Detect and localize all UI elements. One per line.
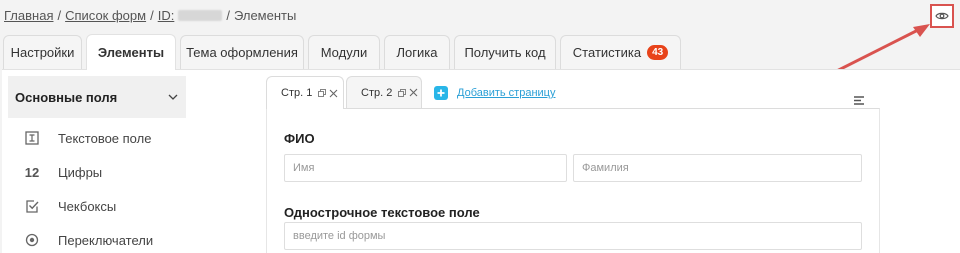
breadcrumb-current: Элементы: [233, 8, 297, 23]
page-tab-1[interactable]: Стр. 1: [266, 76, 344, 109]
tab-theme[interactable]: Тема оформления: [180, 35, 304, 69]
tab-statistics[interactable]: Статистика 43: [560, 35, 681, 69]
field-label-single-line: Однострочное текстовое поле: [284, 205, 480, 220]
chevron-down-icon: [168, 94, 178, 100]
copy-page-icon[interactable]: [398, 88, 407, 97]
numbers-icon: 12: [24, 164, 40, 180]
copy-page-icon[interactable]: [318, 89, 327, 97]
page-tabs: Стр. 1 Стр. 2 Добавить страницу: [266, 76, 880, 109]
tab-logic[interactable]: Логика: [384, 35, 450, 69]
breadcrumb-home-link[interactable]: Главная: [4, 8, 53, 23]
list-settings-icon[interactable]: [852, 94, 866, 108]
tab-get-code[interactable]: Получить код: [454, 35, 556, 69]
tab-settings[interactable]: Настройки: [3, 35, 82, 69]
sidebar-item-radio-buttons[interactable]: Переключатели: [22, 229, 153, 251]
tab-elements[interactable]: Элементы: [86, 34, 176, 70]
sidebar-item-numbers[interactable]: 12 Цифры: [22, 161, 102, 183]
form-editor: Стр. 1 Стр. 2 Добавить страницу ФИО Имя …: [266, 76, 880, 253]
plus-icon: [434, 86, 448, 100]
breadcrumb: Главная / Список форм / ID: / Элементы: [4, 8, 297, 23]
tab-modules[interactable]: Модули: [308, 35, 380, 69]
last-name-input[interactable]: Фамилия: [573, 154, 862, 182]
single-line-text-input[interactable]: введите id формы: [284, 222, 862, 250]
radio-icon: [22, 230, 42, 250]
text-field-icon: [22, 128, 42, 148]
add-page-button[interactable]: Добавить страницу: [434, 86, 555, 100]
first-name-input[interactable]: Имя: [284, 154, 567, 182]
close-page-icon[interactable]: [329, 89, 338, 98]
checkbox-icon: [22, 196, 42, 216]
redacted-id: [178, 10, 223, 21]
statistics-badge: 43: [647, 45, 669, 60]
sidebar-item-checkboxes[interactable]: Чекбоксы: [22, 195, 116, 217]
main-panel: Основные поля Текстовое поле 12 Цифры Че…: [2, 69, 960, 253]
form-canvas: ФИО Имя Фамилия Однострочное текстовое п…: [266, 108, 880, 253]
field-label-fio: ФИО: [284, 131, 315, 146]
sidebar-item-text-field[interactable]: Текстовое поле: [22, 127, 151, 149]
page-tab-2[interactable]: Стр. 2: [346, 76, 422, 108]
breadcrumb-id-link[interactable]: ID:: [158, 8, 223, 23]
fields-sidebar: Основные поля Текстовое поле 12 Цифры Че…: [8, 76, 186, 253]
basic-fields-header[interactable]: Основные поля: [8, 76, 186, 118]
close-page-icon[interactable]: [409, 88, 418, 97]
breadcrumb-forms-list-link[interactable]: Список форм: [65, 8, 146, 23]
